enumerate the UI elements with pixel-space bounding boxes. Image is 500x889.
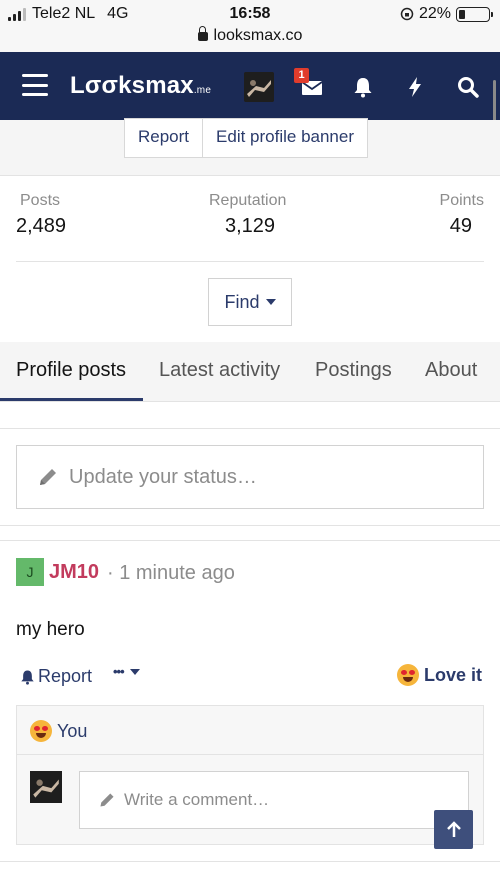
comment-placeholder: Write a comment…: [124, 790, 270, 809]
notification-badge: 1: [294, 68, 309, 83]
stat-label: Reputation: [209, 192, 287, 209]
site-logo[interactable]: Lσσksmax.me: [70, 72, 211, 100]
comment-input[interactable]: Write a comment…: [79, 771, 469, 829]
more-dots: •••: [113, 664, 125, 679]
post-body: my hero: [16, 619, 85, 640]
orientation-lock-icon: [400, 7, 414, 21]
commenter-avatar[interactable]: [30, 771, 62, 803]
stat-value: 3,129: [225, 215, 276, 237]
caret-down-icon: [129, 668, 140, 675]
reaction-user: You: [57, 720, 88, 741]
scroll-to-top-button[interactable]: [434, 810, 473, 849]
edit-banner-button[interactable]: Edit profile banner: [202, 119, 367, 157]
profile-stats: Posts 2,489 Reputation 3,129 Points 49: [16, 192, 484, 262]
tab-postings[interactable]: Postings: [315, 359, 392, 382]
menu-icon[interactable]: [22, 74, 48, 96]
status-placeholder: Update your status…: [69, 465, 257, 488]
pencil-icon: [100, 793, 114, 807]
poster-username[interactable]: JM10: [49, 561, 99, 584]
pencil-icon: [40, 469, 56, 485]
report-label: Report: [38, 666, 93, 686]
active-tab-indicator: [0, 398, 143, 401]
lock-icon: [197, 26, 208, 41]
find-dropdown[interactable]: Find: [208, 278, 292, 326]
stat-label: Points: [439, 192, 484, 209]
heart-eyes-emoji-icon: [30, 720, 52, 742]
report-profile-button[interactable]: Report: [125, 119, 202, 157]
stat-label: Posts: [20, 192, 61, 209]
post-more-menu[interactable]: •••: [113, 664, 140, 679]
caret-down-icon: [265, 299, 276, 305]
tab-profile-posts[interactable]: Profile posts: [16, 359, 126, 382]
arrow-up-icon: [446, 820, 461, 837]
user-avatar[interactable]: [244, 72, 274, 102]
bell-icon: [21, 669, 34, 685]
profile-actions: Report Edit profile banner: [124, 118, 369, 158]
stat-points[interactable]: Points 49: [440, 192, 484, 238]
post-report-button[interactable]: Report: [20, 666, 92, 687]
battery-icon: [456, 6, 493, 22]
find-label: Find: [224, 291, 260, 312]
poster-avatar[interactable]: J: [16, 558, 44, 586]
reaction-summary[interactable]: You: [30, 720, 87, 742]
love-it-button[interactable]: Love it: [396, 664, 482, 686]
status-bar: Tele2 NL 4G 16:58 22% looksmax.co: [0, 0, 500, 52]
bell-icon[interactable]: [348, 72, 378, 102]
heart-eyes-emoji-icon: [396, 664, 419, 686]
stat-value: 2,489: [16, 215, 67, 237]
url-text: looksmax.co: [213, 27, 303, 44]
lightning-icon[interactable]: [400, 72, 430, 102]
stat-reputation[interactable]: Reputation 3,129: [209, 192, 286, 238]
address-bar[interactable]: looksmax.co: [0, 26, 500, 45]
profile-tabs: Profile posts Latest activity Postings A…: [0, 342, 500, 402]
stat-value: 49: [449, 215, 472, 237]
tab-latest-activity[interactable]: Latest activity: [159, 359, 280, 382]
scrollbar[interactable]: [493, 80, 496, 124]
post-timestamp[interactable]: · 1 minute ago: [107, 562, 235, 585]
status-update-input[interactable]: Update your status…: [16, 445, 484, 509]
tab-about[interactable]: About: [425, 359, 477, 382]
search-icon[interactable]: [453, 72, 483, 102]
stat-posts[interactable]: Posts 2,489: [16, 192, 66, 238]
battery-info: 22%: [400, 5, 493, 23]
love-label: Love it: [423, 664, 482, 685]
battery-percent: 22%: [418, 5, 451, 22]
